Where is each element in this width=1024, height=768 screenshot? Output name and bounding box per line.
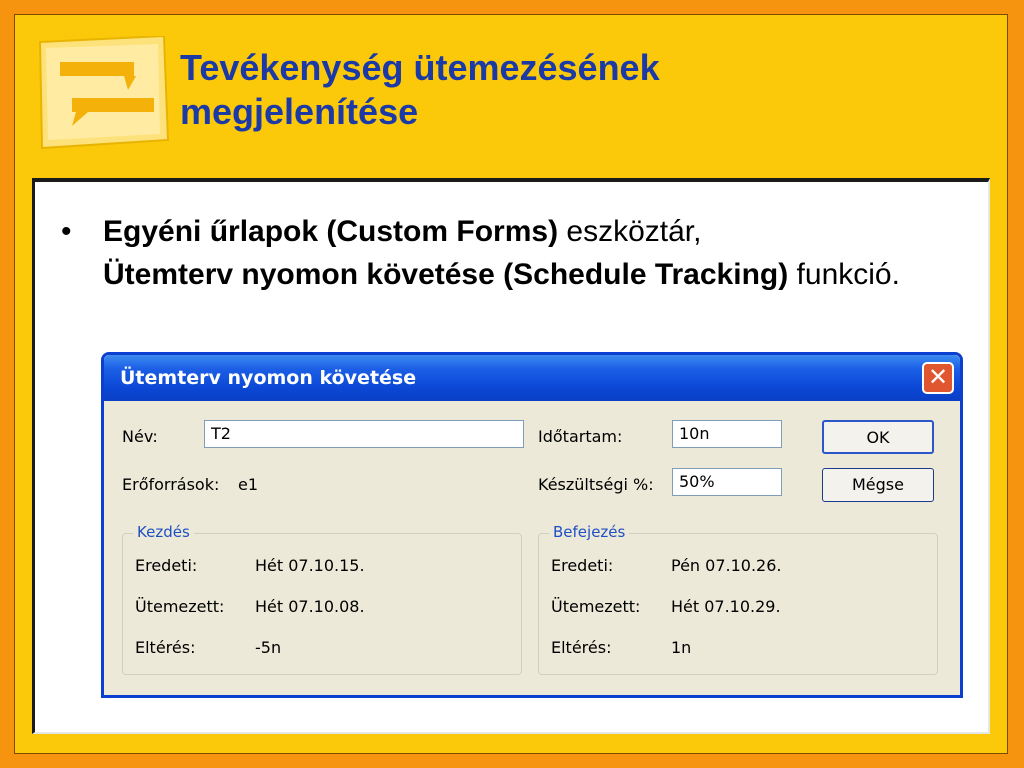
start-original-label: Eredeti: [135,556,198,575]
finish-variance-label: Eltérés: [551,638,612,657]
resources-label: Erőforrások: [122,475,220,494]
bullet-part-2: eszköztár, [558,215,702,248]
ok-button[interactable]: OK [822,420,934,454]
duration-label: Időtartam: [538,427,623,446]
page-title: Tevékenység ütemezésének megjelenítése [180,46,980,134]
dialog-title: Ütemterv nyomon követése [120,367,417,389]
bullet-dot-icon: • [61,215,72,248]
finish-scheduled-value: Hét 07.10.29. [671,597,781,616]
finish-original-label: Eredeti: [551,556,614,575]
close-icon: ✕ [927,363,949,391]
speech-bubbles-logo-icon [38,36,170,150]
duration-field[interactable]: 10n [672,420,782,448]
finish-original-value: Pén 07.10.26. [671,556,782,575]
start-group-title: Kezdés [133,523,194,541]
start-scheduled-value: Hét 07.10.08. [255,597,365,616]
name-label: Név: [122,427,158,446]
start-variance-label: Eltérés: [135,638,196,657]
close-button[interactable]: ✕ [922,362,954,394]
schedule-tracking-dialog: Ütemterv nyomon követése ✕ Név: T2 Időta… [101,352,963,698]
finish-variance-value: 1n [671,638,692,657]
start-scheduled-label: Ütemezett: [135,597,225,616]
bullet-item: • Egyéni űrlapok (Custom Forms) eszköztá… [61,210,941,296]
start-group: Kezdés Eredeti: Hét 07.10.15. Ütemezett:… [122,523,522,675]
title-line-2: megjelenítése [180,91,419,132]
percent-complete-field[interactable]: 50% [672,468,782,496]
finish-scheduled-label: Ütemezett: [551,597,641,616]
start-variance-value: -5n [255,638,282,657]
resources-value: e1 [238,475,259,494]
finish-group: Befejezés Eredeti: Pén 07.10.26. Ütemeze… [538,523,938,675]
bullet-part-1: Egyéni űrlapok (Custom Forms) [103,215,559,248]
bullet-part-3: Ütemterv nyomon követése (Schedule Track… [103,258,789,291]
name-field[interactable]: T2 [204,420,524,448]
finish-group-title: Befejezés [549,523,630,541]
start-original-value: Hét 07.10.15. [255,556,365,575]
bullet-text: Egyéni űrlapok (Custom Forms) eszköztár,… [103,210,941,296]
cancel-button[interactable]: Mégse [822,468,934,502]
title-line-1: Tevékenység ütemezésének [180,47,660,88]
percent-complete-label: Készültségi %: [538,475,654,494]
bullet-part-4: funkció. [788,258,900,291]
dialog-titlebar[interactable]: Ütemterv nyomon követése ✕ [104,355,960,401]
